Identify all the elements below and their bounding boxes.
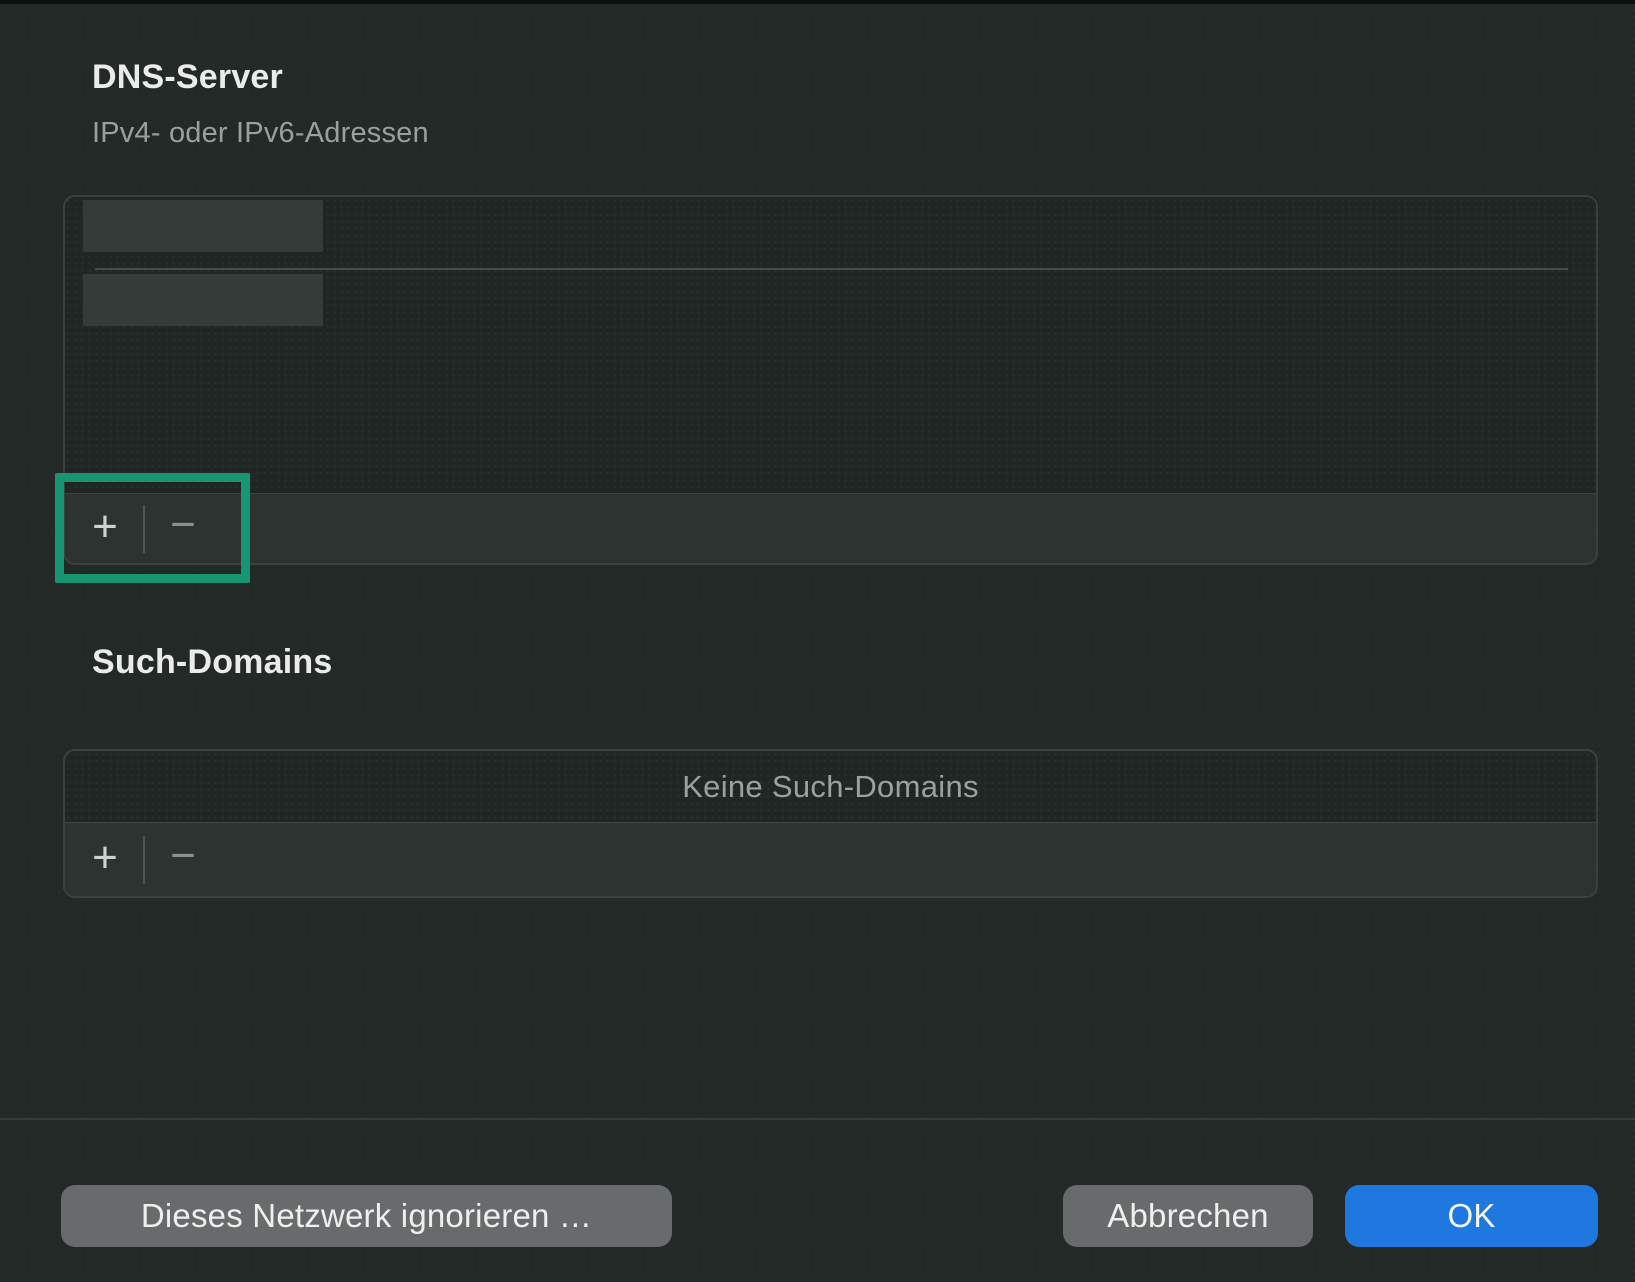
search-domains-list: Keine Such-Domains + − — [63, 749, 1598, 898]
dns-server-list-area — [65, 197, 1596, 493]
dns-server-list: + − — [63, 195, 1598, 565]
ok-button[interactable]: OK — [1345, 1185, 1598, 1247]
dns-settings-dialog: DNS-Server IPv4- oder IPv6-Adressen + − … — [0, 0, 1635, 1282]
search-domains-add-button[interactable]: + — [77, 832, 133, 888]
footer-divider — [0, 1118, 1635, 1120]
plus-icon: + — [92, 836, 118, 880]
search-domains-empty-message: Keine Such-Domains — [682, 769, 979, 805]
cancel-button[interactable]: Abbrechen — [1063, 1185, 1313, 1247]
minus-icon: − — [170, 834, 196, 878]
controls-divider — [143, 505, 145, 553]
minus-icon: − — [170, 503, 196, 547]
search-domains-section-title: Such-Domains — [92, 643, 332, 682]
controls-divider — [143, 836, 145, 884]
dns-server-entry-2-redacted[interactable] — [83, 274, 323, 326]
dns-remove-button[interactable]: − — [155, 501, 211, 557]
dns-server-entry-1-redacted[interactable] — [83, 200, 323, 252]
dns-server-section-title: DNS-Server — [92, 58, 283, 97]
ignore-network-button[interactable]: Dieses Netzwerk ignorieren … — [61, 1185, 672, 1247]
plus-icon: + — [92, 505, 118, 549]
dns-row-divider — [95, 268, 1568, 270]
dns-server-section-subtitle: IPv4- oder IPv6-Adressen — [92, 117, 429, 150]
window-top-edge — [0, 0, 1635, 4]
search-domains-controls-bar: + − — [65, 822, 1596, 896]
dns-server-controls-bar: + − — [65, 493, 1596, 563]
search-domains-list-area: Keine Such-Domains — [65, 751, 1596, 823]
dns-add-button[interactable]: + — [77, 501, 133, 557]
search-domains-remove-button[interactable]: − — [155, 832, 211, 888]
